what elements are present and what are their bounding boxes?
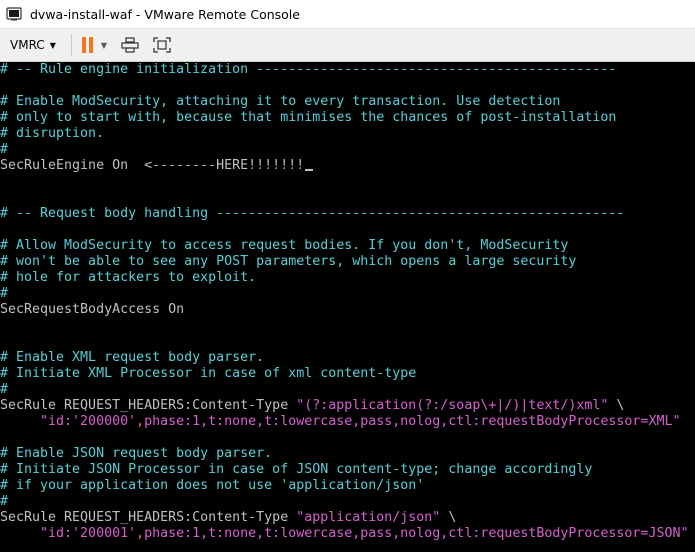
- toolbar-divider: [70, 34, 72, 56]
- terminal-line: # Initiate XML Processor in case of xml …: [0, 366, 695, 382]
- terminal-line: # won't be able to see any POST paramete…: [0, 254, 695, 270]
- terminal-line: #: [0, 142, 695, 158]
- terminal-text: SecRule REQUEST_HEADERS:Content-Type: [0, 510, 297, 525]
- terminal-text: "(?:application(?:/soap\+|/)|text/)xml": [296, 398, 609, 413]
- terminal-line: #: [0, 286, 695, 302]
- terminal-text: #: [0, 494, 9, 509]
- terminal-text: # disruption.: [0, 126, 105, 141]
- terminal-line: # only to start with, because that minim…: [0, 110, 695, 126]
- vm-console-screen[interactable]: # -- Rule engine initialization --------…: [0, 62, 695, 552]
- terminal-text: # Allow ModSecurity to access request bo…: [0, 238, 569, 253]
- fullscreen-icon[interactable]: [153, 37, 171, 53]
- terminal-text: SecRule REQUEST_HEADERS:Content-Type: [0, 398, 297, 413]
- terminal-line: # Enable JSON request body parser.: [0, 446, 695, 462]
- terminal-line: #: [0, 494, 695, 510]
- pause-options-icon[interactable]: ▼: [101, 41, 107, 50]
- terminal-text: # Enable XML request body parser.: [0, 350, 265, 365]
- terminal-text: # Initiate JSON Processor in case of JSO…: [0, 462, 593, 477]
- terminal-text: # Enable ModSecurity, attaching it to ev…: [0, 94, 561, 109]
- vmrc-menu-button[interactable]: VMRC ▼: [0, 29, 65, 61]
- terminal-line: "id:'200001',phase:1,t:none,t:lowercase,…: [0, 526, 695, 542]
- terminal-line: SecRule REQUEST_HEADERS:Content-Type "ap…: [0, 510, 695, 526]
- terminal-text: # won't be able to see any POST paramete…: [0, 254, 577, 269]
- terminal-line: "id:'200000',phase:1,t:none,t:lowercase,…: [0, 414, 695, 430]
- terminal-text: SecRuleEngine On <--------HERE!!!!!!!: [0, 158, 305, 173]
- terminal-text: SecRequestBodyAccess On: [0, 302, 185, 317]
- vmware-app-icon: [6, 6, 22, 22]
- terminal-line: SecRule REQUEST_HEADERS:Content-Type "(?…: [0, 398, 695, 414]
- terminal-line: # Enable ModSecurity, attaching it to ev…: [0, 94, 695, 110]
- terminal-text: # Enable JSON request body parser.: [0, 446, 273, 461]
- terminal-line: # disruption.: [0, 126, 695, 142]
- window-titlebar: dvwa-install-waf - VMware Remote Console: [0, 0, 695, 28]
- pause-icon-bar: [88, 37, 93, 53]
- terminal-text: #: [0, 286, 9, 301]
- vmrc-menu-label: VMRC: [10, 38, 45, 52]
- terminal-text: "id:'200000',phase:1,t:none,t:lowercase,…: [0, 414, 681, 429]
- terminal-text: #: [0, 382, 9, 397]
- window-title: dvwa-install-waf - VMware Remote Console: [30, 6, 300, 22]
- terminal-line: # Initiate JSON Processor in case of JSO…: [0, 462, 695, 478]
- terminal-text: # Initiate XML Processor in case of xml …: [0, 366, 417, 381]
- terminal-text: # -- Rule engine initialization --------…: [0, 62, 617, 77]
- terminal-line: SecRuleEngine On <--------HERE!!!!!!!: [0, 158, 695, 174]
- terminal-line: # Allow ModSecurity to access request bo…: [0, 238, 695, 254]
- terminal-line: #: [0, 382, 695, 398]
- terminal-text: \: [440, 510, 457, 525]
- terminal-line: # Enable XML request body parser.: [0, 350, 695, 366]
- terminal-text: # if your application does not use 'appl…: [0, 478, 425, 493]
- terminal-text: # only to start with, because that minim…: [0, 110, 617, 125]
- text-cursor: [305, 169, 314, 171]
- terminal-text: #: [0, 142, 9, 157]
- terminal-text: "id:'200001',phase:1,t:none,t:lowercase,…: [0, 526, 689, 541]
- terminal-line: SecRequestBodyAccess On: [0, 302, 695, 318]
- chevron-down-icon: ▼: [49, 40, 56, 50]
- terminal-text: # hole for attackers to exploit.: [0, 270, 257, 285]
- terminal-line: # hole for attackers to exploit.: [0, 270, 695, 286]
- terminal-text: "application/json": [296, 510, 441, 525]
- toolbar: VMRC ▼ ▼: [0, 28, 695, 62]
- send-ctrl-alt-del-icon[interactable]: [121, 37, 139, 53]
- terminal-text: # -- Request body handling -------------…: [0, 206, 625, 221]
- pause-button[interactable]: [81, 37, 96, 53]
- terminal-line: # -- Rule engine initialization --------…: [0, 62, 695, 78]
- terminal-line: # if your application does not use 'appl…: [0, 478, 695, 494]
- terminal-text: \: [608, 398, 625, 413]
- pause-icon: [81, 37, 86, 53]
- terminal-line: # -- Request body handling -------------…: [0, 206, 695, 222]
